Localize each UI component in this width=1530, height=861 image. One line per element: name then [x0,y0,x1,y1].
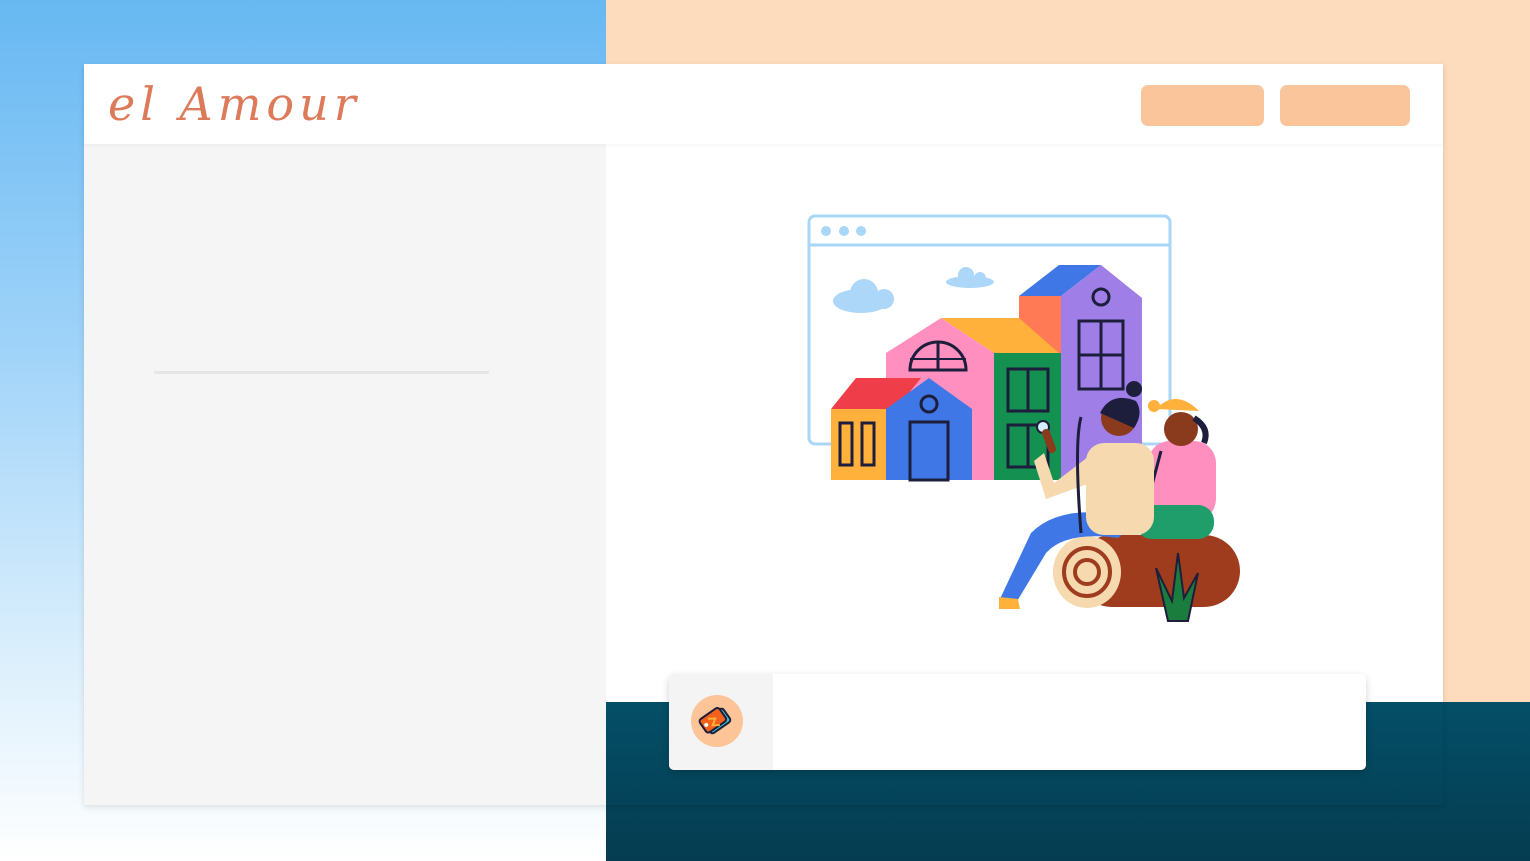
nav-button-1[interactable] [1141,85,1264,126]
brand-logo[interactable]: el Amour [108,72,361,136]
hero-illustration [807,214,1240,622]
info-card[interactable] [669,674,1366,770]
top-navbar: el Amour [84,64,1443,144]
nav-button-2[interactable] [1280,85,1410,126]
left-panel [84,144,606,805]
card-icon-panel [669,674,773,770]
log [1053,535,1240,608]
divider [154,371,489,374]
price-tag-icon [691,695,743,747]
